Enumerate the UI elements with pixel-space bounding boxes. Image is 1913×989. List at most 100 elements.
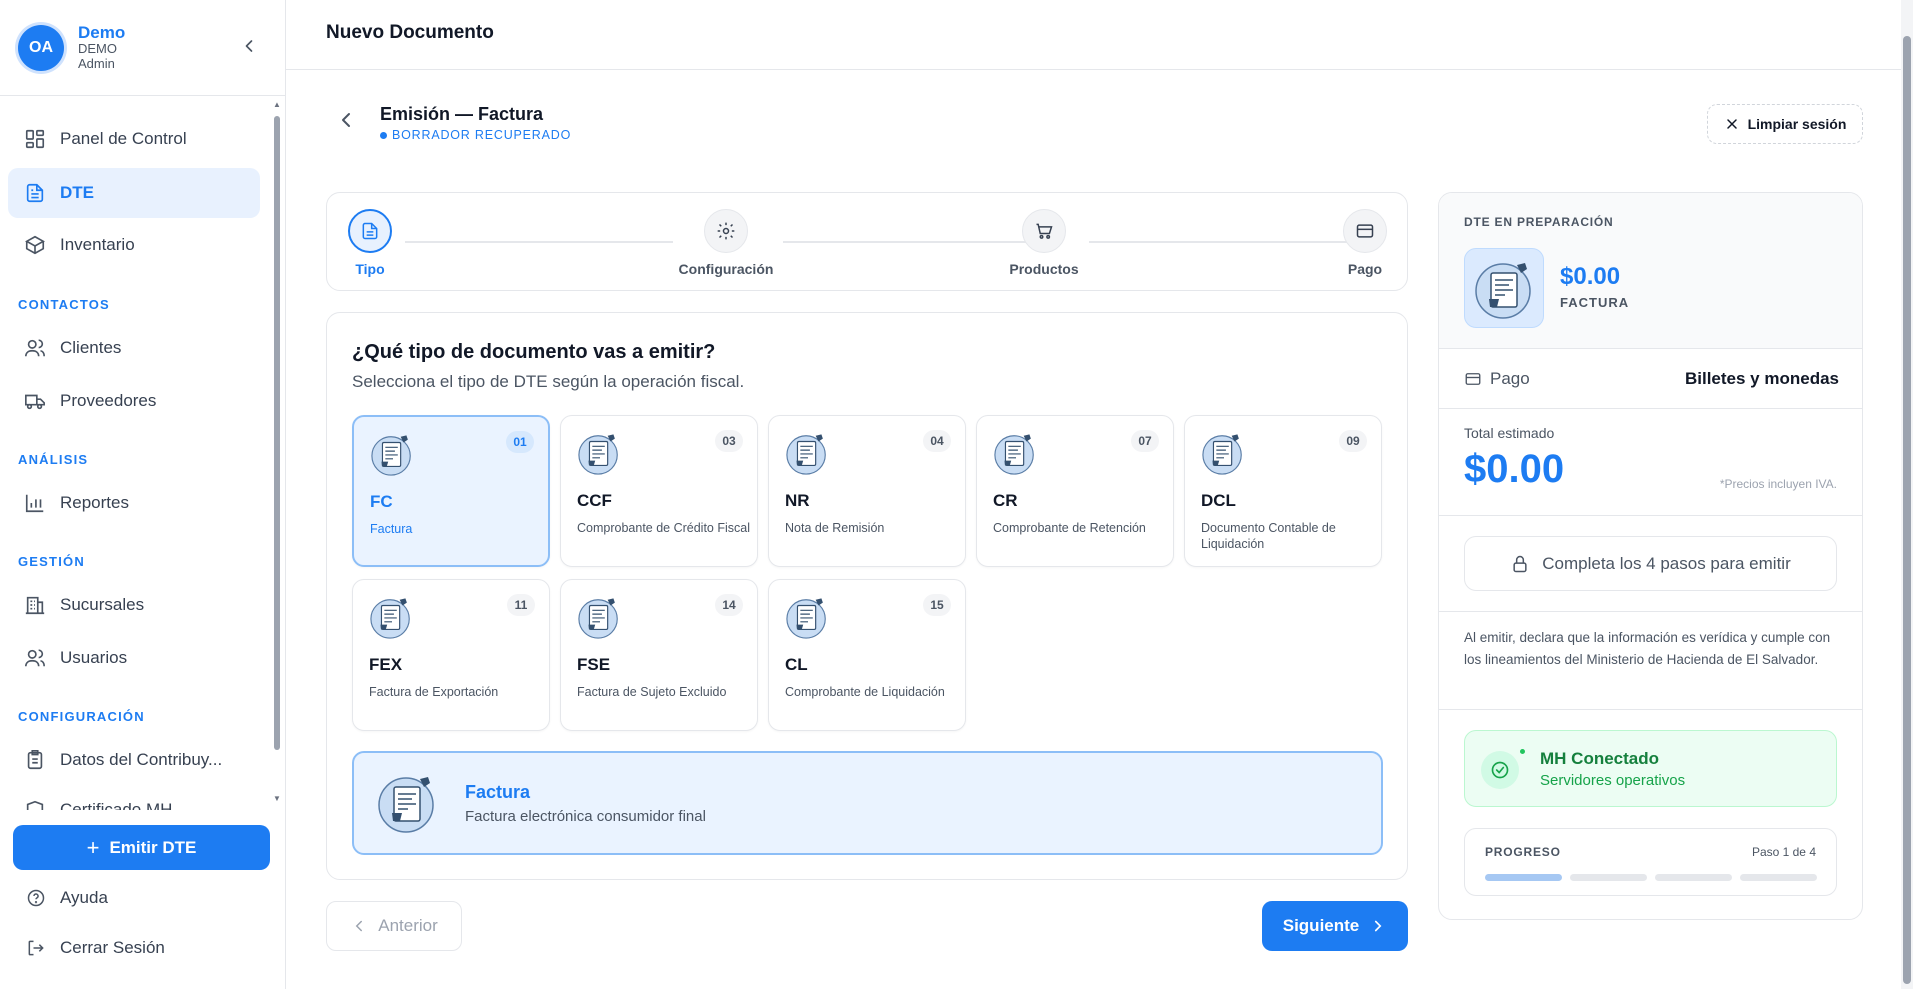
section-title-configuracion: CONFIGURACIÓN [18,709,145,724]
doc-name: Comprobante de Liquidación [785,685,945,699]
doc-type-card-dcl[interactable]: 09 DCL Documento Contable de Liquidación [1184,415,1382,567]
page-scrollbar[interactable] [1901,0,1913,989]
close-icon [1726,119,1737,129]
doc-name: Nota de Remisión [785,521,885,535]
iva-note: *Precios incluyen IVA. [1719,477,1837,491]
check-circle-icon [1481,751,1519,789]
document-illustration-icon [786,434,826,475]
sidebar-item-label: Reportes [60,493,129,512]
chevron-right-icon [1375,920,1382,932]
sidebar-item-label: Proveedores [60,391,157,410]
doc-type-card-fse[interactable]: 14 FSE Factura de Sujeto Excluido [560,579,758,731]
top-bar: Nuevo Documento [286,0,1913,70]
sidebar-item-reportes[interactable]: Reportes [8,478,260,528]
step-tipo[interactable]: Tipo [320,209,420,277]
page-scroll-thumb[interactable] [1903,36,1911,984]
payment-value: Billetes y monedas [1684,369,1839,388]
sidebar-scrollbar[interactable]: ▲ ▼ [272,100,282,806]
step-pago[interactable]: Pago [1315,209,1415,277]
logout-label: Cerrar Sesión [60,938,165,957]
progress-label: PROGRESO [1485,845,1561,859]
question-subtitle: Selecciona el tipo de DTE según la opera… [352,372,745,391]
progress-segment [1655,874,1732,881]
cart-icon [1036,223,1053,239]
document-illustration-icon [994,434,1034,475]
sidebar-item-clientes[interactable]: Clientes [8,323,260,373]
help-circle-icon [27,889,45,907]
invoice-illustration-icon [378,777,434,833]
sidebar-scroll-thumb[interactable] [274,116,280,750]
chevron-left-icon[interactable] [239,36,259,56]
doc-code-badge: 03 [715,430,743,452]
document-icon [362,222,378,240]
doc-name: Factura [370,522,413,536]
doc-type-card-ccf[interactable]: 03 CCF Comprobante de Crédito Fiscal [560,415,758,567]
emit-locked-button[interactable]: Completa los 4 pasos para emitir [1464,536,1837,591]
doc-code-badge: 15 [923,594,951,616]
mh-status-subtitle: Servidores operativos [1540,772,1686,789]
doc-name: Comprobante de Retención [993,521,1146,535]
scroll-up-arrow-icon[interactable]: ▲ [272,100,282,109]
doc-code-badge: 11 [507,594,535,616]
document-illustration-icon [371,435,411,476]
divider [1439,611,1862,612]
doc-type-card-cr[interactable]: 07 CR Comprobante de Retención [976,415,1174,567]
progress-step: Paso 1 de 4 [1751,845,1816,859]
box-icon [25,235,45,255]
emit-dte-button[interactable]: + Emitir DTE [13,825,270,870]
sidebar-item-label: Clientes [60,338,122,357]
clear-session-button[interactable]: Limpiar sesión [1707,104,1863,144]
sidebar-item-panel-de-control[interactable]: Panel de Control [8,114,260,164]
step-productos[interactable]: Productos [994,209,1094,277]
clear-session-label: Limpiar sesión [1747,116,1847,132]
progress-segment [1485,874,1562,881]
status-dot-icon [380,131,387,139]
doc-abbr: FSE [577,655,611,674]
sidebar-item-sucursales[interactable]: Sucursales [8,580,260,630]
sidebar-item-inventario[interactable]: Inventario [8,220,260,270]
doc-type-card-cl[interactable]: 15 CL Comprobante de Liquidación [768,579,966,731]
page-title: Nuevo Documento [326,22,494,43]
doc-code-badge: 14 [715,594,743,616]
step-configuracion[interactable]: Configuración [676,209,776,277]
document-illustration-icon [370,598,410,639]
back-chevron-icon[interactable] [334,108,358,132]
doc-type-card-fex[interactable]: 11 FEX Factura de Exportación [352,579,550,731]
step-label: Configuración [678,261,774,277]
doc-type-card-fc[interactable]: 01 FC Factura [352,415,550,567]
sidebar-item-datos-contribuyente[interactable]: Datos del Contribuy... [8,735,260,785]
doc-name: Factura de Sujeto Excluido [577,685,727,699]
avatar[interactable]: OA [18,24,64,71]
doc-name: Documento Contable de Liquidación [1201,521,1336,552]
summary-description: Factura electrónica consumidor final [465,808,706,825]
sidebar-item-label: Datos del Contribuy... [60,750,223,769]
step-circle [1022,209,1066,253]
document-icon [26,183,44,203]
draft-status-label: BORRADOR RECUPERADO [392,128,572,142]
scroll-down-arrow-icon[interactable]: ▼ [272,794,282,803]
previous-button[interactable]: Anterior [326,901,462,951]
document-illustration-icon [1202,434,1242,475]
stepper: Tipo Configuración Productos Pago [326,192,1408,291]
profile-name: Demo [78,22,126,42]
next-button[interactable]: Siguiente [1262,901,1408,951]
logout-link[interactable]: Cerrar Sesión [26,938,165,958]
sidebar-item-usuarios[interactable]: Usuarios [8,633,260,683]
truck-icon [25,394,45,410]
preview-doc-type: FACTURA [1560,295,1630,310]
progress-segment [1740,874,1817,881]
help-link[interactable]: Ayuda [26,888,108,908]
doc-abbr: FEX [369,655,403,674]
sidebar-item-proveedores[interactable]: Proveedores [8,376,260,426]
doc-type-card-nr[interactable]: 04 NR Nota de Remisión [768,415,966,567]
profile-role: Admin [78,56,115,72]
question-title: ¿Qué tipo de documento vas a emitir? [352,341,716,363]
credit-card-icon [1356,224,1374,238]
sidebar-item-certificado-mh[interactable]: Certificado MH [8,785,260,810]
sidebar-item-dte[interactable]: DTE [8,168,260,218]
document-illustration-icon [578,434,618,475]
doc-name: Factura de Exportación [369,685,499,699]
credit-card-icon [1465,373,1481,385]
doc-abbr: DCL [1201,491,1236,510]
next-label: Siguiente [1282,916,1360,935]
